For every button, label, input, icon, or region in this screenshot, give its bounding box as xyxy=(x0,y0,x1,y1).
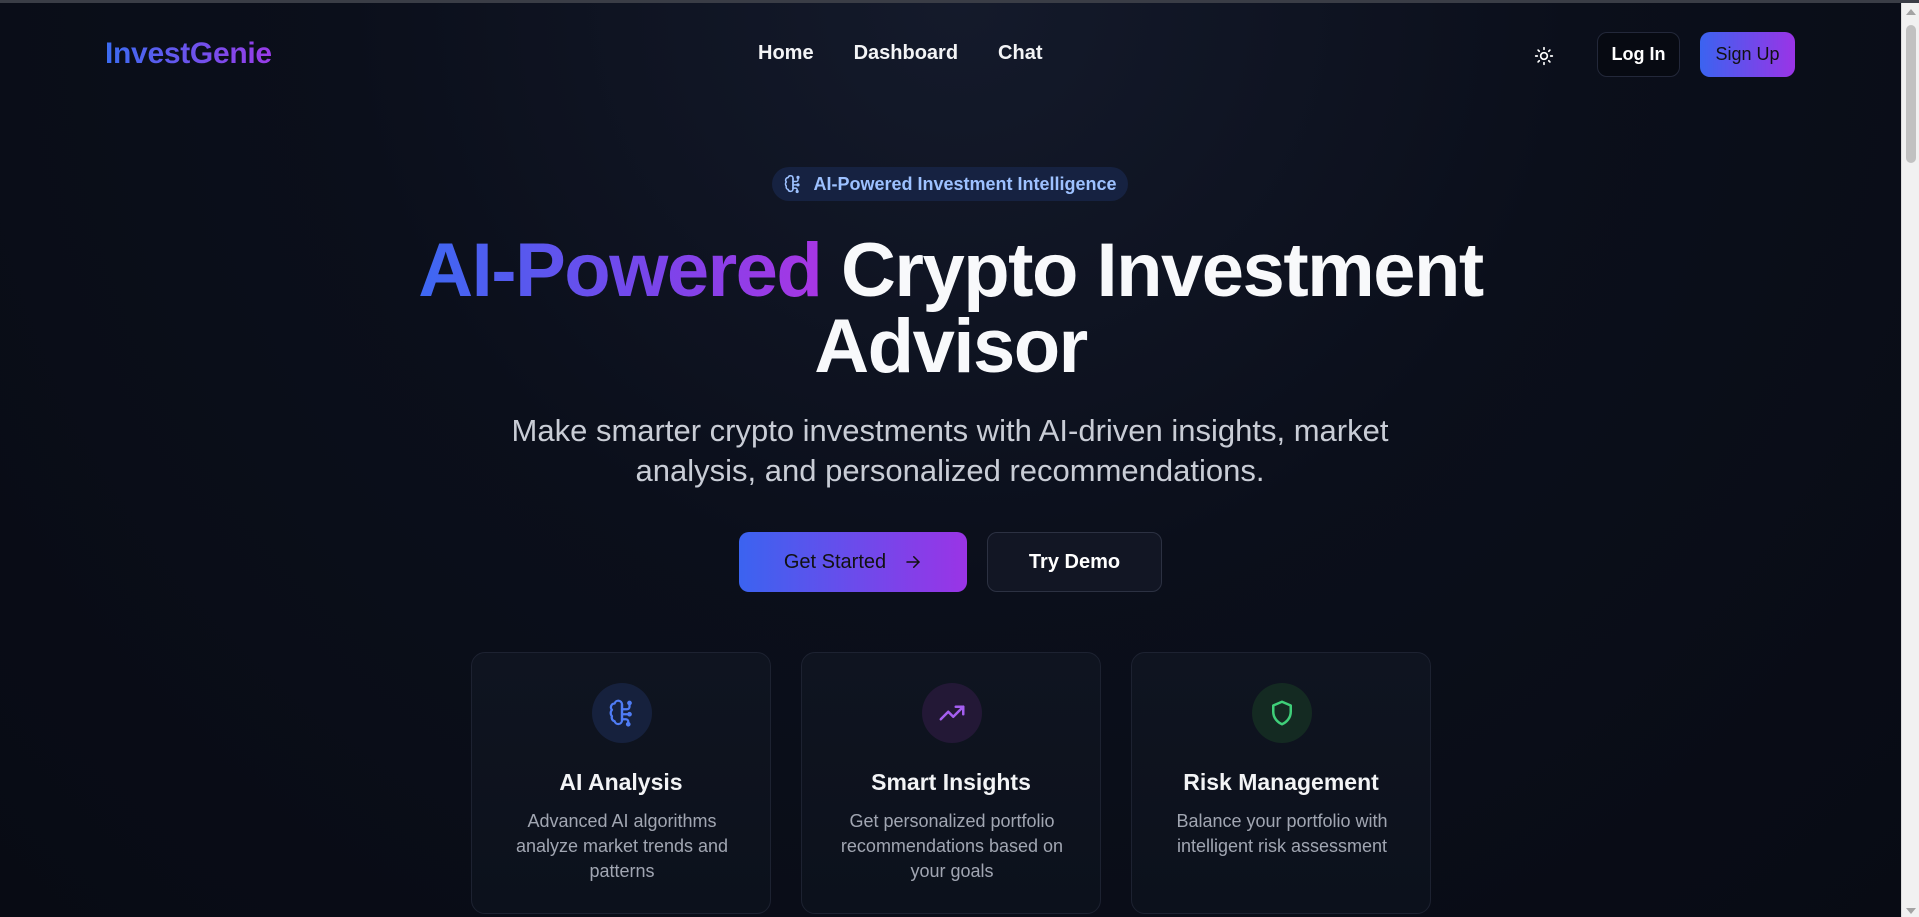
feature-card-smart-insights: Smart Insights Get personalized portfoli… xyxy=(801,652,1101,914)
feature-icon-wrap xyxy=(1252,683,1312,743)
vertical-scrollbar[interactable] xyxy=(1901,3,1919,917)
feature-icon-wrap xyxy=(592,683,652,743)
trending-up-icon xyxy=(939,705,965,721)
theme-toggle-button[interactable] xyxy=(1524,36,1564,76)
nav-links: Home Dashboard Chat xyxy=(758,42,1043,65)
hero-badge-label: AI-Powered Investment Intelligence xyxy=(813,173,1117,194)
scroll-up-icon[interactable] xyxy=(1906,9,1916,15)
brain-icon xyxy=(609,699,632,727)
get-started-label: Get Started xyxy=(783,550,887,573)
login-button[interactable]: Log In xyxy=(1597,32,1680,77)
get-started-button[interactable]: Get Started xyxy=(739,532,967,592)
nav-link-chat[interactable]: Chat xyxy=(998,42,1042,65)
try-demo-button[interactable]: Try Demo xyxy=(987,532,1162,592)
feature-card-ai-analysis: AI Analysis Advanced AI algorithms analy… xyxy=(471,652,771,914)
scroll-down-icon[interactable] xyxy=(1906,908,1916,914)
feature-card-risk-management: Risk Management Balance your portfolio w… xyxy=(1131,652,1431,914)
hero-title-line2: Advisor xyxy=(814,304,1088,389)
feature-description: Balance your portfolio with intelligent … xyxy=(1176,811,1388,856)
page: InvestGenie Home Dashboard Chat Log In S… xyxy=(0,0,1919,917)
feature-description: Get personalized portfolio recommendatio… xyxy=(840,811,1064,881)
logo[interactable]: InvestGenie xyxy=(105,37,272,71)
hero-title-highlight: AI-Powered xyxy=(418,228,823,313)
feature-title: AI Analysis xyxy=(559,769,683,795)
feature-title: Risk Management xyxy=(1183,769,1379,795)
scroll-thumb[interactable] xyxy=(1906,25,1916,163)
brain-icon xyxy=(785,175,801,194)
feature-icon-wrap xyxy=(922,683,982,743)
top-nav: InvestGenie Home Dashboard Chat Log In S… xyxy=(0,3,1901,103)
nav-link-dashboard[interactable]: Dashboard xyxy=(854,42,958,65)
hero-badge: AI-Powered Investment Intelligence xyxy=(772,167,1128,201)
shield-icon xyxy=(1272,700,1292,726)
signup-button[interactable]: Sign Up xyxy=(1700,32,1795,77)
nav-link-home[interactable]: Home xyxy=(758,42,814,65)
hero-title-line1: AI-Powered Crypto Investment xyxy=(0,233,1901,309)
hero-title-rest: Crypto Investment xyxy=(840,228,1484,313)
arrow-right-icon xyxy=(906,556,920,568)
hero-subtitle: Make smarter crypto investments with AI-… xyxy=(511,413,1389,488)
sun-icon xyxy=(1534,46,1554,66)
feature-description: Advanced AI algorithms analyze market tr… xyxy=(515,811,729,881)
feature-title: Smart Insights xyxy=(871,769,1031,795)
